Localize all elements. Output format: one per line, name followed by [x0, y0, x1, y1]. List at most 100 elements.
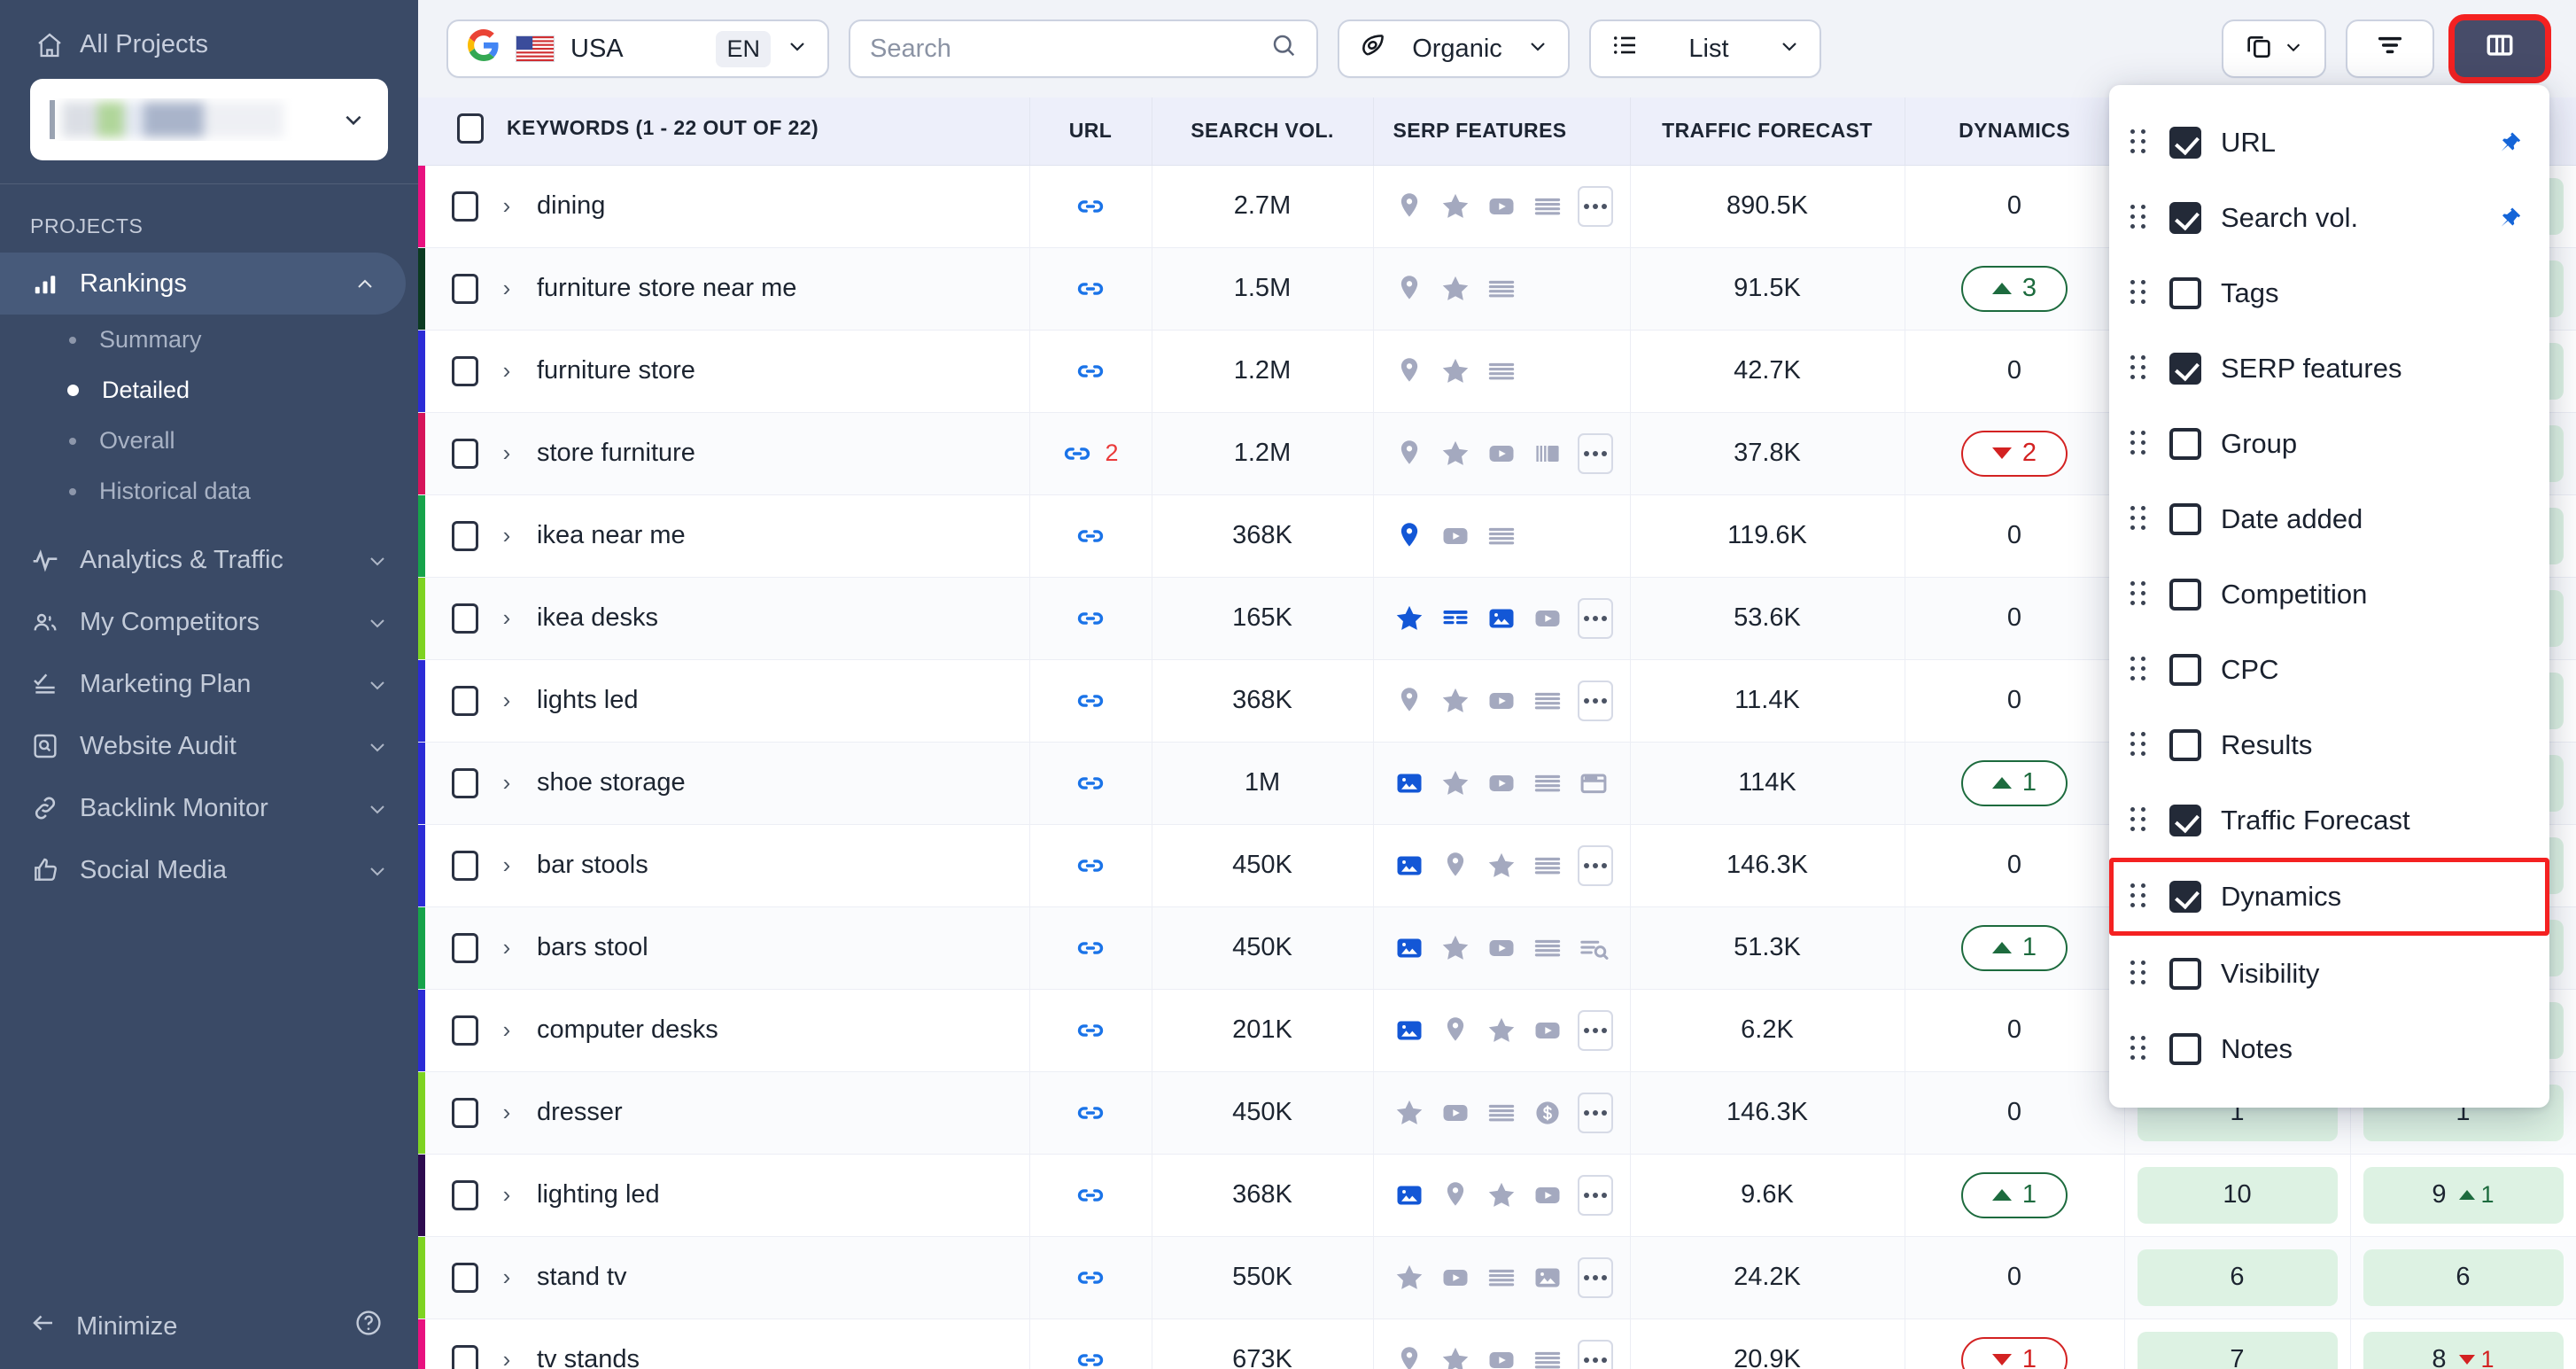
columns-menu-checkbox[interactable] [2169, 276, 2201, 309]
sidebar-item-my-competitors[interactable]: My Competitors [0, 591, 418, 653]
chevron-right-icon[interactable]: › [491, 852, 523, 879]
serp-window-icon[interactable] [1578, 767, 1610, 799]
cell-keyword[interactable]: › furniture store near me [418, 247, 1030, 331]
columns-menu-checkbox[interactable] [2169, 578, 2201, 611]
sidebar-subitem-detailed[interactable]: Detailed [0, 365, 418, 416]
serp-list-icon[interactable] [1486, 273, 1517, 305]
columns-menu-checkbox[interactable] [2169, 728, 2201, 761]
serp-list-icon[interactable] [1532, 850, 1563, 882]
cell-url[interactable] [1029, 1318, 1152, 1369]
serp-star-icon[interactable] [1439, 932, 1471, 964]
serp-dollar-icon[interactable] [1532, 1097, 1563, 1129]
cell-keyword[interactable]: › bars stool [418, 906, 1030, 990]
search-input[interactable] [870, 34, 1242, 64]
serp-video-icon[interactable] [1486, 767, 1517, 799]
row-checkbox[interactable] [452, 355, 478, 386]
serp-more-icon[interactable] [1577, 185, 1613, 227]
cell-url[interactable] [1029, 659, 1152, 743]
drag-handle-icon[interactable] [2130, 204, 2150, 231]
cell-url[interactable] [1029, 906, 1152, 990]
cell-keyword[interactable]: › ikea desks [418, 577, 1030, 660]
row-checkbox[interactable] [452, 1097, 478, 1128]
serp-panel-icon[interactable] [1532, 438, 1563, 470]
chevron-right-icon[interactable]: › [491, 522, 523, 549]
link-icon[interactable] [1075, 274, 1106, 304]
sidebar-item-analytics-traffic[interactable]: Analytics & Traffic [0, 529, 418, 591]
search-box[interactable] [849, 19, 1318, 78]
link-icon[interactable] [1075, 1345, 1106, 1369]
serp-list-icon[interactable] [1532, 1344, 1563, 1369]
cell-url[interactable] [1029, 989, 1152, 1072]
serp-pin-icon[interactable] [1439, 1179, 1471, 1211]
link-icon[interactable] [1075, 933, 1106, 963]
search-icon[interactable] [1270, 32, 1297, 66]
columns-dropdown-menu[interactable]: URL Search vol. Tags SERP features Group… [2109, 85, 2549, 1108]
serp-pin-icon[interactable] [1393, 685, 1425, 717]
chevron-right-icon[interactable]: › [491, 357, 523, 385]
chevron-right-icon[interactable]: › [491, 1346, 523, 1369]
columns-menu-checkbox[interactable] [2169, 502, 2201, 535]
pin-icon[interactable] [2496, 129, 2523, 156]
cell-serp-features[interactable] [1373, 494, 1631, 578]
serp-pin-icon[interactable] [1439, 850, 1471, 882]
serp-more-icon[interactable] [1577, 432, 1613, 474]
chevron-right-icon[interactable]: › [491, 934, 523, 961]
link-icon[interactable] [1075, 851, 1106, 881]
columns-menu-item-dynamics[interactable]: Dynamics [2109, 858, 2549, 936]
cell-serp-features[interactable] [1373, 1318, 1631, 1369]
drag-handle-icon[interactable] [2130, 1035, 2150, 1062]
cell-url[interactable]: 2 [1029, 412, 1152, 495]
serp-star-icon[interactable] [1439, 355, 1471, 387]
cell-url[interactable] [1029, 165, 1152, 248]
cell-serp-features[interactable] [1373, 1236, 1631, 1319]
sidebar-item-social-media[interactable]: Social Media [0, 839, 418, 901]
serp-pin-icon[interactable] [1393, 438, 1425, 470]
link-icon[interactable] [1075, 191, 1106, 222]
drag-handle-icon[interactable] [2130, 806, 2150, 834]
table-row[interactable]: › stand tv 550K 24.2K 0 6 6 [418, 1236, 2576, 1319]
cell-serp-features[interactable] [1373, 1071, 1631, 1155]
serp-list-icon[interactable] [1486, 1262, 1517, 1294]
chevron-right-icon[interactable]: › [491, 275, 523, 302]
serp-video-icon[interactable] [1486, 685, 1517, 717]
serp-video-icon[interactable] [1486, 932, 1517, 964]
cell-keyword[interactable]: › lights led [418, 659, 1030, 743]
sidebar-item-rankings[interactable]: Rankings [0, 253, 406, 315]
serp-more-icon[interactable] [1577, 1256, 1613, 1298]
serp-image-icon[interactable] [1393, 1015, 1425, 1046]
serp-video-icon[interactable] [1486, 438, 1517, 470]
columns-menu-checkbox[interactable] [2169, 201, 2201, 234]
sidebar-subitem-overall[interactable]: Overall [0, 416, 418, 466]
row-checkbox[interactable] [452, 273, 478, 304]
cell-url[interactable] [1029, 1154, 1152, 1237]
cell-url[interactable] [1029, 330, 1152, 413]
columns-menu-item-visibility[interactable]: Visibility [2109, 936, 2549, 1011]
columns-menu-checkbox[interactable] [2169, 352, 2201, 385]
drag-handle-icon[interactable] [2130, 505, 2150, 533]
row-checkbox[interactable] [452, 1015, 478, 1046]
cell-keyword[interactable]: › store furniture [418, 412, 1030, 495]
serp-list-icon[interactable] [1532, 191, 1563, 222]
serp-list-icon[interactable] [1532, 932, 1563, 964]
serp-pin-icon[interactable] [1393, 355, 1425, 387]
serp-more-icon[interactable] [1577, 597, 1613, 639]
serp-star-icon[interactable] [1486, 1015, 1517, 1046]
cell-serp-features[interactable] [1373, 412, 1631, 495]
columns-menu-checkbox[interactable] [2169, 957, 2201, 990]
columns-menu-checkbox[interactable] [2169, 881, 2201, 913]
row-checkbox[interactable] [452, 685, 478, 716]
serp-more-icon[interactable] [1577, 1009, 1613, 1051]
cell-serp-features[interactable] [1373, 1154, 1631, 1237]
serp-star-icon[interactable] [1439, 273, 1471, 305]
columns-menu-item-url[interactable]: URL [2109, 105, 2549, 180]
columns-menu-item-tags[interactable]: Tags [2109, 255, 2549, 331]
serp-video-icon[interactable] [1439, 1097, 1471, 1129]
cell-keyword[interactable]: › shoe storage [418, 742, 1030, 825]
serp-image-icon[interactable] [1486, 603, 1517, 634]
sidebar-item-website-audit[interactable]: Website Audit [0, 715, 418, 777]
columns-menu-item-traffic-forecast[interactable]: Traffic Forecast [2109, 782, 2549, 858]
chevron-right-icon[interactable]: › [491, 769, 523, 797]
cell-keyword[interactable]: › bar stools [418, 824, 1030, 907]
cell-serp-features[interactable] [1373, 165, 1631, 248]
cell-url[interactable] [1029, 1236, 1152, 1319]
